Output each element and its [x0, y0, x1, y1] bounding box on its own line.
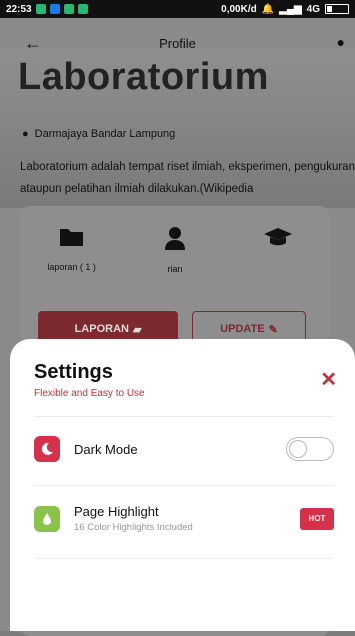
stat-value: laporan ( 1 ): [47, 262, 96, 272]
app-bar: ← Profile ●: [0, 18, 355, 70]
stat-user[interactable]: rian: [130, 226, 220, 274]
location-pin-icon: ●: [22, 128, 29, 140]
setting-label: Page Highlight: [74, 504, 159, 519]
setting-text: Dark Mode: [74, 442, 138, 457]
status-bar: 22:53 0,00K/d 🔔 ▂▄▆ 4G: [0, 0, 355, 18]
setting-label: Dark Mode: [74, 441, 138, 457]
moon-icon: [34, 436, 60, 462]
settings-title: Settings: [34, 361, 113, 383]
lightbulb-icon[interactable]: ●: [337, 34, 345, 50]
hero-section: Laboratorium ● Darmajaya Bandar Lampung …: [0, 48, 355, 208]
hot-badge: HOT: [300, 507, 334, 530]
page-title: Profile: [159, 36, 196, 51]
settings-subtitle: Flexible and Easy to Use: [34, 388, 145, 399]
location-text: Darmajaya Bandar Lampung: [34, 128, 176, 140]
setting-description: 16 Color Highlights Included: [74, 522, 193, 533]
notification-icon: [35, 4, 46, 14]
stat-laporan[interactable]: laporan ( 1 ): [27, 226, 117, 274]
update-label: UPDATE: [220, 323, 265, 335]
folder-icon: [59, 229, 83, 246]
divider: [34, 485, 334, 486]
notification-icon: [49, 4, 60, 14]
user-icon: [164, 227, 185, 250]
drop-icon: [34, 505, 60, 532]
hero-description: Laboratorium adalah tempat riset ilmiah,…: [20, 161, 355, 195]
dark-mode-toggle[interactable]: [286, 437, 334, 461]
network-type: 4G: [306, 3, 320, 15]
alarm-icon: 🔔: [261, 3, 275, 15]
folder-open-icon: ▰: [132, 323, 142, 336]
divider: [34, 558, 334, 559]
laporan-label: LAPORAN: [74, 323, 129, 335]
close-icon[interactable]: ✕: [320, 367, 337, 392]
notification-icon: [63, 4, 74, 14]
stat-value: rian: [167, 264, 183, 274]
graduation-cap-icon: [264, 228, 293, 246]
edit-icon: ✎: [268, 323, 278, 336]
settings-sheet: Settings Flexible and Easy to Use ✕ Dark…: [10, 339, 355, 631]
divider: [34, 416, 334, 417]
setting-dark-mode: Dark Mode: [34, 436, 334, 462]
status-time: 22:53: [6, 3, 32, 15]
stats-row: laporan ( 1 ) rian: [20, 226, 330, 274]
hero-location: ● Darmajaya Bandar Lampung: [22, 128, 175, 140]
signal-icon: ▂▄▆: [279, 3, 302, 15]
setting-page-highlight[interactable]: Page Highlight 16 Color Highlights Inclu…: [34, 504, 334, 533]
notification-icon: [77, 4, 88, 14]
network-speed: 0,00K/d: [221, 3, 257, 15]
setting-text: Page Highlight 16 Color Highlights Inclu…: [74, 504, 193, 533]
battery-icon: [325, 4, 349, 14]
stat-education[interactable]: [233, 226, 323, 274]
